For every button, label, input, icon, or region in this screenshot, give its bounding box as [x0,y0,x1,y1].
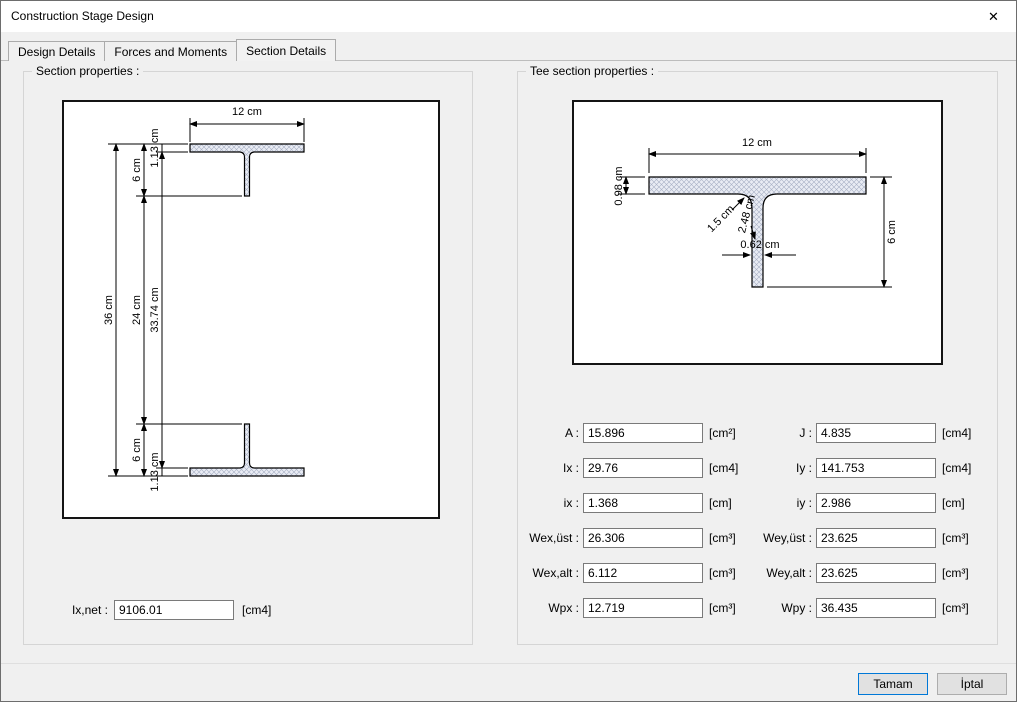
tab-strip: Design Details Forces and Moments Sectio… [8,39,335,61]
bottom-flange-thk-dim-label: 1.13 cm [149,452,161,491]
j-unit: [cm4] [942,426,971,440]
tee-width-dim-label: 12 cm [742,137,772,149]
wex-ust-unit: [cm³] [709,531,736,545]
wey-alt-unit: [cm³] [942,566,969,580]
tee-section-properties-legend: Tee section properties : [526,64,658,78]
iy-inertia-label: Iy : [744,461,812,475]
construction-stage-design-dialog: Construction Stage Design ✕ Design Detai… [0,0,1017,702]
wex-ust-input[interactable] [583,528,703,548]
title-bar: Construction Stage Design ✕ [1,1,1016,32]
cancel-button[interactable]: İptal [937,673,1007,695]
ix-radius-input[interactable] [583,493,703,513]
iy-inertia-input[interactable] [816,458,936,478]
top-flange-thk-dim-label: 1.13 cm [149,128,161,167]
iy-radius-unit: [cm] [942,496,965,510]
wey-ust-unit: [cm³] [942,531,969,545]
wpx-unit: [cm³] [709,601,736,615]
property-row-ix-iy: Ix : [cm4] Iy : [cm4] [526,458,990,478]
bottom-tee-shape [190,424,304,476]
tee-shape [649,177,866,287]
a-label: A : [526,426,579,440]
tee-flange-thk-dimension: 0.98 cm [613,166,645,205]
tee-flange-thk-dim-label: 0.98 cm [613,166,625,205]
tee-fields: A : [cm²] J : [cm4] Ix : [cm4] Iy : [cm4… [526,423,990,633]
tee-section-drawing: 12 cm 0.98 cm 1.5 cm 2.48 cm 0.62 cm [572,100,943,365]
tab-forces-and-moments[interactable]: Forces and Moments [104,41,237,61]
j-label: J : [744,426,812,440]
a-unit: [cm²] [709,426,736,440]
ix-net-unit: [cm4] [242,603,271,617]
width-dimension: 12 cm [190,106,304,142]
tee-fillet-dim-label: 1.5 cm [705,203,737,235]
ok-button[interactable]: Tamam [858,673,928,695]
wpy-unit: [cm³] [942,601,969,615]
mid-height-dim-label: 24 cm [131,295,143,325]
wey-alt-input[interactable] [816,563,936,583]
wex-alt-unit: [cm³] [709,566,736,580]
property-row-wpx-wpy: Wpx : [cm³] Wpy : [cm³] [526,598,990,618]
section-properties-legend: Section properties : [32,64,143,78]
ix-radius-label: ix : [526,496,579,510]
iy-radius-label: iy : [744,496,812,510]
ix-inertia-unit: [cm4] [709,461,738,475]
wex-alt-input[interactable] [583,563,703,583]
property-row-ix-iy-radius: ix : [cm] iy : [cm] [526,493,990,513]
extension-lines [108,144,242,476]
iy-inertia-unit: [cm4] [942,461,971,475]
i-section-drawing: 12 cm 36 cm 6 cm 24 cm [62,100,440,519]
wex-alt-label: Wex,alt : [526,566,579,580]
property-row-wex-ust-wey-ust: Wex,üst : [cm³] Wey,üst : [cm³] [526,528,990,548]
ix-net-label: Ix,net : [68,603,108,617]
section-properties-group: Section properties : 12 cm [23,71,473,645]
wpx-label: Wpx : [526,601,579,615]
j-input[interactable] [816,423,936,443]
inner-height-dim-label: 33.74 cm [149,287,161,332]
close-icon[interactable]: ✕ [971,1,1016,32]
property-row-a-j: A : [cm²] J : [cm4] [526,423,990,443]
wpy-input[interactable] [816,598,936,618]
window-title: Construction Stage Design [11,1,154,32]
wey-alt-label: Wey,alt : [744,566,812,580]
ix-net-input[interactable] [114,600,234,620]
wpx-input[interactable] [583,598,703,618]
width-dim-label: 12 cm [232,106,262,118]
wex-ust-label: Wex,üst : [526,531,579,545]
property-row-wex-alt-wey-alt: Wex,alt : [cm³] Wey,alt : [cm³] [526,563,990,583]
top-tee-shape [190,144,304,196]
ix-inertia-label: Ix : [526,461,579,475]
tee-width-dimension: 12 cm [649,137,866,173]
footer-separator [1,663,1016,664]
tee-stem-thk-dim-label: 0.62 cm [740,239,779,251]
top-tee-height-dim-label: 6 cm [131,158,143,182]
tee-height-dim-label: 6 cm [886,220,898,244]
tee-section-properties-group: Tee section properties : 12 cm [517,71,998,645]
tab-design-details[interactable]: Design Details [8,41,105,61]
wey-ust-input[interactable] [816,528,936,548]
tab-section-details[interactable]: Section Details [236,39,336,61]
iy-radius-input[interactable] [816,493,936,513]
a-input[interactable] [583,423,703,443]
wpy-label: Wpy : [744,601,812,615]
total-height-dim-label: 36 cm [103,295,115,325]
ix-radius-unit: [cm] [709,496,732,510]
wey-ust-label: Wey,üst : [744,531,812,545]
bottom-tee-height-dim-label: 6 cm [131,438,143,462]
ix-inertia-input[interactable] [583,458,703,478]
